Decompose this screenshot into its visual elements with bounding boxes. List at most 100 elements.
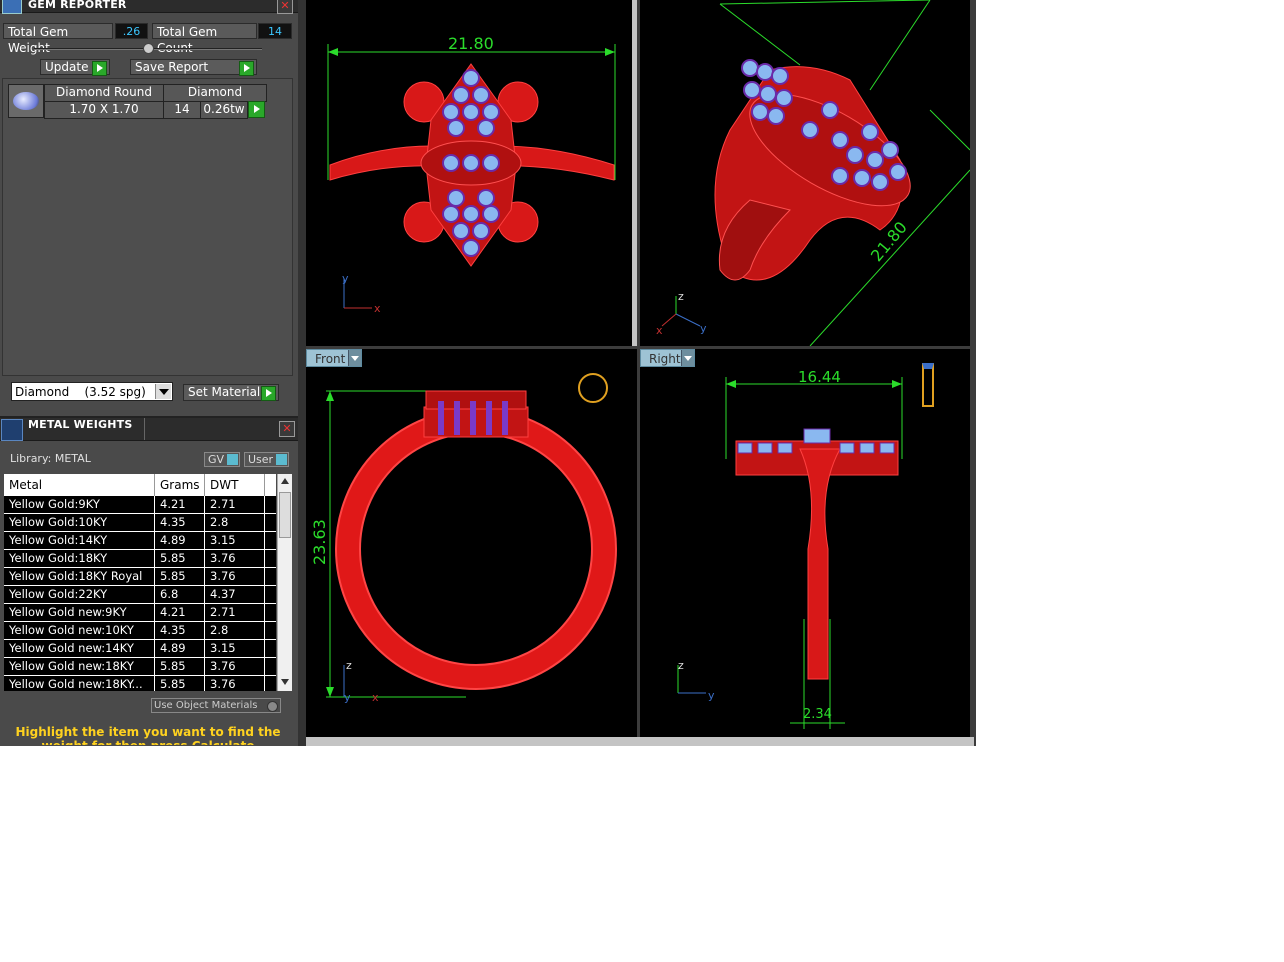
- axis-gizmo: y x: [342, 272, 381, 315]
- table-row[interactable]: Yellow Gold:10KY 4.35 2.8: [4, 514, 276, 532]
- table-scrollbar[interactable]: [277, 474, 292, 691]
- hint-text: Highlight the item you want to find the …: [15, 725, 281, 745]
- gem-stone: [462, 69, 480, 87]
- cell-grams: 5.85: [155, 676, 205, 691]
- table-row[interactable]: Yellow Gold new:10KY 4.35 2.8: [4, 622, 276, 640]
- table-row[interactable]: Yellow Gold new:18KY 5.85 3.76: [4, 658, 276, 676]
- cell-dwt: 3.76: [205, 550, 265, 567]
- save-report-button[interactable]: Save Report: [130, 59, 257, 76]
- cell-grams: 4.89: [155, 640, 205, 657]
- view-label: Right: [649, 352, 681, 366]
- gem-list-area: [2, 78, 293, 376]
- info-icon: [227, 454, 238, 465]
- svg-text:z: z: [678, 659, 684, 672]
- table-row[interactable]: Yellow Gold new:9KY 4.21 2.71: [4, 604, 276, 622]
- metal-weights-titlebar: METAL WEIGHTS ✕: [0, 418, 298, 441]
- gem-reporter-titlebar: GEM REPORTER ✕: [0, 0, 298, 14]
- update-button[interactable]: Update: [40, 59, 110, 76]
- gem-stone: [871, 173, 889, 191]
- gem-stone: [462, 103, 480, 121]
- table-row[interactable]: Yellow Gold new:14KY 4.89 3.15: [4, 640, 276, 658]
- gem-thumbnail[interactable]: [8, 84, 44, 118]
- user-toggle[interactable]: User: [244, 452, 289, 467]
- gem-stone: [482, 103, 500, 121]
- gem-stone: [831, 167, 849, 185]
- total-gem-weight-label: Total Gem Weight: [3, 23, 113, 55]
- chevron-down-icon[interactable]: [681, 350, 694, 366]
- cell-dwt: 2.8: [205, 514, 265, 531]
- set-material-button[interactable]: Set Material: [183, 384, 279, 401]
- column-header-metal[interactable]: Metal: [4, 474, 155, 496]
- cell-metal: Yellow Gold:18KY Royal: [4, 568, 155, 585]
- gem-stone: [743, 81, 761, 99]
- cell-metal: Yellow Gold:22KY: [4, 586, 155, 603]
- table-row[interactable]: Yellow Gold:14KY 4.89 3.15: [4, 532, 276, 550]
- gem-stone: [831, 131, 849, 149]
- cell-dwt: 2.71: [205, 496, 265, 513]
- svg-text:z: z: [346, 659, 352, 672]
- viewport-front[interactable]: Front 23.63 z y x: [306, 349, 637, 737]
- metal-weights-title: METAL WEIGHTS: [28, 418, 133, 431]
- svg-text:x: x: [372, 691, 379, 704]
- close-icon[interactable]: ✕: [277, 0, 293, 14]
- set-material-label: Set Material: [188, 385, 261, 399]
- svg-text:x: x: [374, 302, 381, 315]
- cell-dwt: 4.37: [205, 586, 265, 603]
- table-row[interactable]: Yellow Gold:9KY 4.21 2.71: [4, 496, 276, 514]
- cell-grams: 6.8: [155, 586, 205, 603]
- cell-dwt: 3.76: [205, 568, 265, 585]
- material-select[interactable]: Diamond (3.52 spg): [11, 382, 173, 401]
- cell-metal: Yellow Gold:10KY: [4, 514, 155, 531]
- close-icon[interactable]: ✕: [279, 421, 295, 437]
- height-dimension: 23.63: [310, 519, 329, 565]
- viewport-top[interactable]: 21.80 y x: [306, 0, 637, 346]
- gem-stone: [447, 189, 465, 207]
- gem-stone: [861, 123, 879, 141]
- cell-grams: 4.89: [155, 532, 205, 549]
- table-row[interactable]: Yellow Gold:22KY 6.8 4.37: [4, 586, 276, 604]
- gem-stone: [821, 101, 839, 119]
- table-row[interactable]: Yellow Gold new:18KY... 5.85 3.76: [4, 676, 276, 691]
- save-report-label: Save Report: [135, 60, 209, 74]
- gem-stone: [472, 222, 490, 240]
- cell-metal: Yellow Gold new:10KY: [4, 622, 155, 639]
- gem-stone: [462, 205, 480, 223]
- info-icon: [276, 454, 287, 465]
- gv-label: GV: [208, 453, 225, 466]
- cell-grams: 4.35: [155, 514, 205, 531]
- gv-toggle[interactable]: GV: [204, 452, 240, 467]
- play-icon: [92, 61, 107, 76]
- gem-stone: [442, 154, 460, 172]
- view-selector-front[interactable]: Front: [306, 349, 362, 367]
- svg-text:y: y: [708, 689, 715, 702]
- table-row[interactable]: Yellow Gold:18KY 5.85 3.76: [4, 550, 276, 568]
- scroll-up-icon[interactable]: [281, 478, 289, 484]
- viewport-right[interactable]: Right 16.44 2.34 z y: [640, 349, 970, 737]
- cell-dwt: 3.76: [205, 676, 265, 691]
- scroll-down-icon[interactable]: [281, 679, 289, 685]
- gem-stone: [767, 107, 785, 125]
- gem-stone: [881, 141, 899, 159]
- round-diamond-icon: [13, 92, 39, 110]
- gem-go-button[interactable]: [248, 101, 265, 118]
- viewport-perspective[interactable]: 21.80 z y x: [640, 0, 970, 346]
- chevron-down-icon[interactable]: [155, 384, 171, 399]
- view-selector-right[interactable]: Right: [640, 349, 695, 367]
- scrollbar-thumb[interactable]: [279, 492, 291, 538]
- app-window: GEM REPORTER ✕ Total Gem Weight .26 Tota…: [0, 0, 976, 746]
- chevron-down-icon[interactable]: [348, 350, 361, 366]
- gem-reporter-title: GEM REPORTER: [28, 0, 127, 11]
- gem-stone: [462, 239, 480, 257]
- column-header-dwt[interactable]: DWT: [205, 474, 265, 496]
- gem-stone: [759, 85, 777, 103]
- cell-grams: 5.85: [155, 568, 205, 585]
- column-header-grams[interactable]: Grams: [155, 474, 205, 496]
- gem-stone: [447, 119, 465, 137]
- svg-text:y: y: [344, 691, 351, 704]
- total-gem-count-value: 14: [258, 23, 292, 39]
- gem-stone: [846, 146, 864, 164]
- use-object-materials-checkbox[interactable]: Use Object Materials: [151, 698, 281, 713]
- cell-dwt: 2.8: [205, 622, 265, 639]
- table-row[interactable]: Yellow Gold:18KY Royal 5.85 3.76: [4, 568, 276, 586]
- size-slider-handle[interactable]: [143, 43, 154, 54]
